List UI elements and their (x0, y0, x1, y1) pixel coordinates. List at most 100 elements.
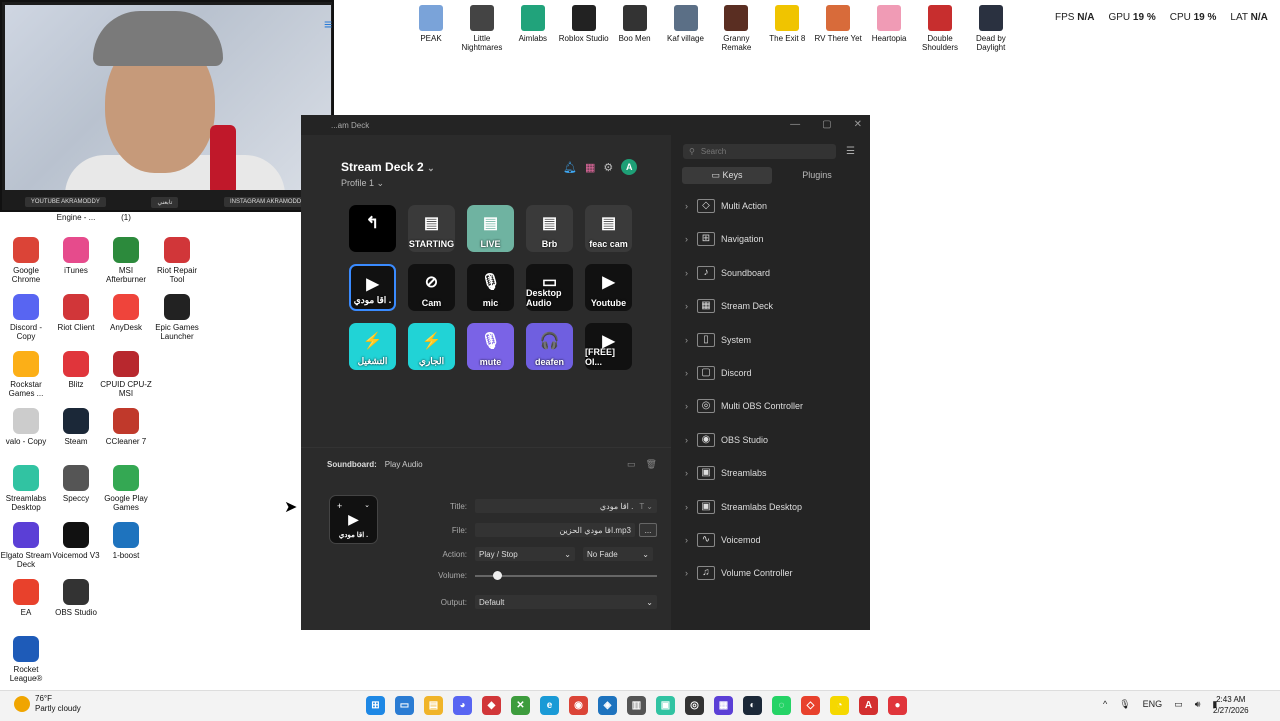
desktop-icon-discord[interactable]: Discord - Copy (0, 294, 52, 341)
category-multi-obs-controller[interactable]: › ◎ Multi OBS Controller (685, 397, 803, 415)
desktop-icon-ccleaner[interactable]: CCleaner 7 (100, 408, 152, 446)
network-icon[interactable]: ▭ (1174, 699, 1183, 710)
desktop-icon-epic[interactable]: Epic Games Launcher (151, 294, 203, 341)
list-view-icon[interactable]: ☰ (846, 146, 855, 157)
minimize-icon[interactable]: — (790, 119, 800, 130)
desktop-icon-speccy[interactable]: Speccy (50, 465, 102, 503)
game-shortcut[interactable]: Little Nightmares (456, 5, 508, 52)
search-input[interactable]: ⚲ Search (683, 144, 836, 159)
discord-icon[interactable]: ◕ (453, 696, 472, 715)
game-shortcut[interactable]: Boo Men (609, 5, 661, 43)
desktop-icon-voicemod[interactable]: Voicemod V3 (50, 522, 102, 560)
gear-icon[interactable]: ⚙ (603, 161, 613, 174)
desktop-icon-cpuz[interactable]: CPUID CPU-Z MSI (100, 351, 152, 398)
desktop-icon-blitz[interactable]: Blitz (50, 351, 102, 389)
stream-deck-key[interactable]: ▭ Desktop Audio (526, 264, 573, 311)
category-obs-studio[interactable]: › ◉ OBS Studio (685, 431, 768, 449)
chevron-down-icon[interactable]: ⌄ (364, 501, 370, 509)
game-shortcut[interactable]: Dead by Daylight (965, 5, 1017, 52)
fade-select[interactable]: No Fade ⌄ (583, 547, 653, 561)
desktop-icon-riot-repair[interactable]: Riot Repair Tool (151, 237, 203, 284)
stream-deck-key[interactable]: ▤ STARTING (408, 205, 455, 252)
desktop-icon-engine[interactable]: Engine - ... (50, 213, 102, 222)
avatar[interactable]: A (621, 159, 638, 175)
desktop-icon-steam[interactable]: Steam (50, 408, 102, 446)
valorant-icon[interactable]: ◇ (801, 696, 820, 715)
category-discord[interactable]: › ▢ Discord (685, 364, 752, 382)
desktop-icon-obs[interactable]: OBS Studio (50, 579, 102, 617)
stream-deck-key[interactable]: ⚡ الجاري (408, 323, 455, 370)
stream-deck-key[interactable]: 🎧 deafen (526, 323, 573, 370)
edge-icon[interactable]: e (540, 696, 559, 715)
stream-deck-icon[interactable]: ▦ (714, 696, 733, 715)
desktop-icon-stream-deck[interactable]: Elgato Stream Deck (0, 522, 52, 569)
stream-deck-key[interactable]: ⊘ Cam (408, 264, 455, 311)
browse-button[interactable]: ... (639, 523, 657, 537)
game-shortcut[interactable]: Aimlabs (507, 5, 559, 43)
desktop-icon-riot[interactable]: Riot Client (50, 294, 102, 332)
plus-icon[interactable]: + (337, 501, 342, 511)
chevron-up-icon[interactable]: ^ (1103, 699, 1107, 710)
stream-deck-key[interactable]: 🎙 mute (467, 323, 514, 370)
tab-keys[interactable]: ▭ Keys (682, 167, 772, 184)
file-field[interactable]: اقا مودي الحزين.mp3 (475, 523, 635, 537)
key-preview[interactable]: + ⌄ ▶ اقا مودي . (329, 495, 378, 544)
folder-icon[interactable]: ▭ (627, 459, 636, 470)
desktop-icon-play-games[interactable]: Google Play Games (100, 465, 152, 512)
stream-deck-key[interactable]: ↰ (349, 205, 396, 252)
stream-deck-key[interactable]: ▤ feac cam (585, 205, 632, 252)
snapchat-icon[interactable]: ◔ (830, 696, 849, 715)
plugins-icon[interactable]: ▦ (585, 161, 595, 174)
desktop-icon-ea[interactable]: EA (0, 579, 52, 617)
category-multi-action[interactable]: › ◇ Multi Action (685, 197, 767, 215)
steam-icon[interactable]: ◐ (743, 696, 762, 715)
desktop-icon-rocket-league[interactable]: Rocket League® (0, 636, 52, 683)
desktop-icon-itunes[interactable]: iTunes (50, 237, 102, 275)
volume-slider[interactable] (475, 570, 657, 580)
file-explorer-icon[interactable]: ▤ (424, 696, 443, 715)
stream-deck-key[interactable]: 🎙 mic (467, 264, 514, 311)
start-icon[interactable]: ⊞ (366, 696, 385, 715)
stream-deck-key[interactable]: ▶ اقا مودي . (349, 264, 396, 311)
weather-widget[interactable]: 76°F Partly cloudy (14, 694, 81, 714)
desktop-icon-anydesk[interactable]: AnyDesk (100, 294, 152, 332)
chrome-icon[interactable]: ◉ (569, 696, 588, 715)
category-streamlabs-desktop[interactable]: › ▣ Streamlabs Desktop (685, 498, 802, 516)
slider-handle[interactable] (493, 570, 502, 580)
speaker-icon[interactable]: 🔊︎ (1195, 699, 1201, 710)
category-system[interactable]: › ▯ System (685, 331, 751, 349)
stream-deck-key[interactable]: ⚡ التشغيل (349, 323, 396, 370)
action-select[interactable]: Play / Stop ⌄ (475, 547, 575, 561)
streamlabs-icon[interactable]: ▣ (656, 696, 675, 715)
app-icon[interactable]: ◈ (598, 696, 617, 715)
game-shortcut[interactable]: Double Shoulders (914, 5, 966, 52)
desktop-icon-boost[interactable]: 1-boost (100, 522, 152, 560)
game-shortcut[interactable]: Kaf village (660, 5, 712, 43)
obs-icon[interactable]: ◎ (685, 696, 704, 715)
desktop-icon-text-file[interactable]: valo - Copy (0, 408, 52, 446)
output-select[interactable]: Default ⌄ (475, 595, 657, 609)
clock[interactable]: 2:43 AM 2/27/2026 (1213, 694, 1249, 716)
bell-icon[interactable]: 🔔︎ (563, 161, 577, 174)
desktop-icon-streamlabs[interactable]: Streamlabs Desktop (0, 465, 52, 512)
category-streamlabs[interactable]: › ▣ Streamlabs (685, 464, 767, 482)
profile-selector[interactable]: Profile 1 ⌄ (341, 178, 384, 189)
category-voicemod[interactable]: › ∿ Voicemod (685, 531, 761, 549)
title-field[interactable]: اقا مودي . T ⌄ (475, 499, 657, 513)
store-icon[interactable]: ▥ (627, 696, 646, 715)
language-indicator[interactable]: ENG (1143, 699, 1163, 710)
stream-deck-key[interactable]: ▤ LIVE (467, 205, 514, 252)
stream-deck-key[interactable]: ▤ Brb (526, 205, 573, 252)
desktop-icon-msi[interactable]: MSI Afterburner (100, 237, 152, 284)
category-soundboard[interactable]: › ♪ Soundboard (685, 264, 770, 282)
desktop-icon-file[interactable]: (1) (100, 213, 152, 222)
widgets-icon[interactable]: ▭ (395, 696, 414, 715)
riot-icon[interactable]: ◆ (482, 696, 501, 715)
adobe-icon[interactable]: A (859, 696, 878, 715)
xbox-icon[interactable]: ✕ (511, 696, 530, 715)
game-shortcut[interactable]: PEAK (405, 5, 457, 43)
category-stream-deck[interactable]: › ▦ Stream Deck (685, 297, 773, 315)
close-icon[interactable]: ✕ (854, 119, 862, 130)
hamburger-menu-icon[interactable]: ≡ (324, 17, 332, 31)
game-shortcut[interactable]: RV There Yet (812, 5, 864, 43)
